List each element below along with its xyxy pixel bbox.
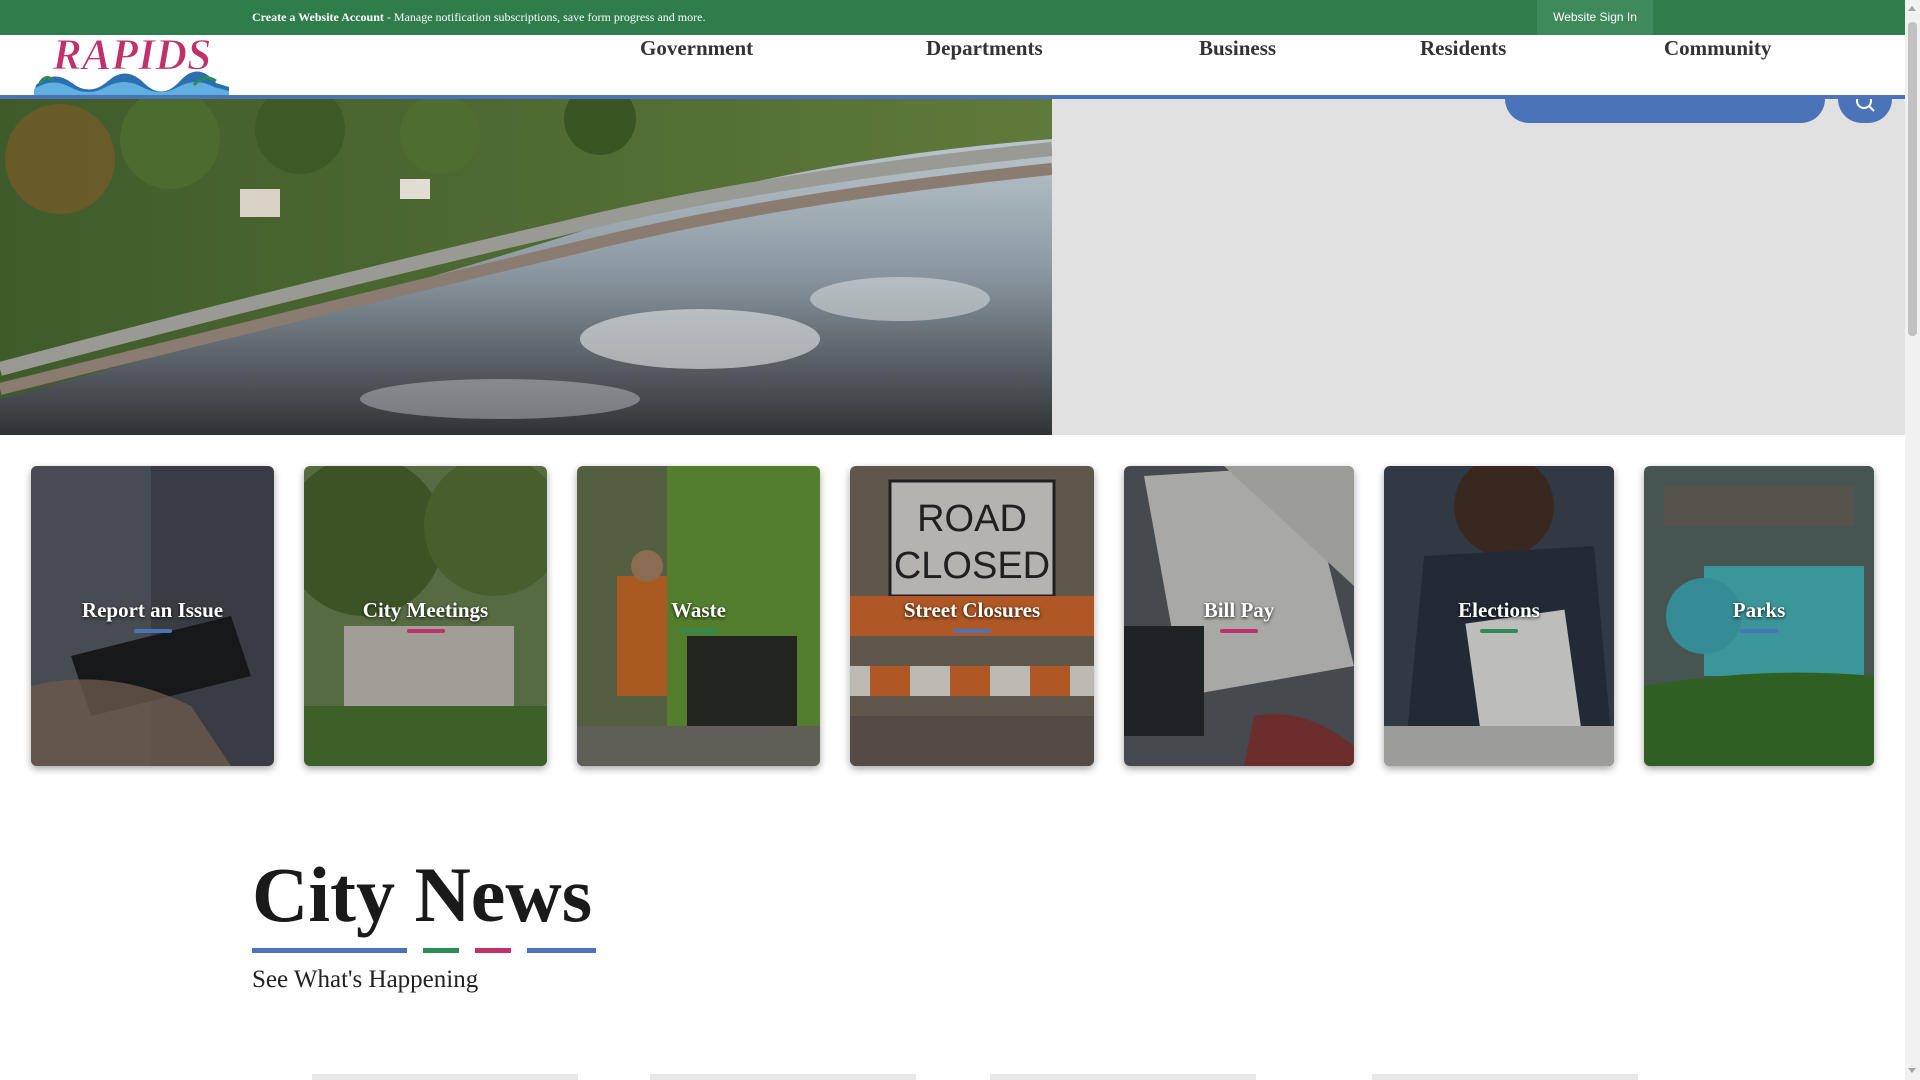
scroll-down-icon[interactable] (1908, 1068, 1916, 1073)
tile-street-closures[interactable]: ROAD CLOSED Street Closures (850, 466, 1094, 766)
news-accent-bar (252, 948, 407, 953)
news-accent-bar (527, 948, 596, 953)
tile-label: Report an Issue (81, 598, 224, 622)
tile-report-an-issue[interactable]: Report an Issue (31, 466, 274, 766)
tile-city-meetings[interactable]: City Meetings (304, 466, 547, 766)
city-news-heading: City News (252, 851, 593, 938)
site-header: RAPIDS Government Departments Business R… (0, 30, 1905, 99)
tile-underline (1220, 629, 1258, 633)
hero-banner (0, 99, 1905, 435)
tile-label: Parks (1732, 598, 1786, 622)
logo-wordmark: RAPIDS (52, 30, 212, 79)
scroll-up-icon[interactable] (1908, 6, 1916, 11)
news-card[interactable] (650, 1074, 916, 1080)
tile-label: Waste (671, 598, 726, 622)
news-accent-bar (423, 948, 459, 953)
tile-underline (406, 629, 445, 633)
search-input[interactable] (1505, 99, 1825, 123)
create-account-link[interactable]: Create a Website Account (252, 10, 384, 24)
scrollbar-thumb[interactable] (1908, 22, 1917, 336)
nav-government[interactable]: Government (640, 36, 753, 61)
account-banner-message: Create a Website Account - Manage notifi… (252, 10, 705, 25)
hero-river-photo (0, 99, 1052, 435)
tile-underline (1480, 629, 1518, 633)
tile-underline (1740, 629, 1778, 633)
account-banner: Create a Website Account - Manage notifi… (0, 0, 1905, 35)
city-logo-graphic: RAPIDS (34, 30, 229, 95)
tile-waste[interactable]: Waste (577, 466, 820, 766)
news-card[interactable] (990, 1074, 1256, 1080)
tile-label: Elections (1458, 598, 1540, 622)
tile-underline (679, 629, 718, 633)
tile-label: Bill Pay (1203, 598, 1275, 622)
tile-underline (133, 629, 172, 633)
tile-bill-pay[interactable]: Bill Pay (1124, 466, 1354, 766)
news-card[interactable] (1372, 1074, 1638, 1080)
tile-parks[interactable]: Parks (1644, 466, 1874, 766)
nav-residents[interactable]: Residents (1420, 36, 1506, 61)
news-card[interactable] (312, 1074, 578, 1080)
page-scrollbar[interactable] (1905, 0, 1920, 1080)
nav-departments[interactable]: Departments (926, 36, 1043, 61)
tile-label: City Meetings (362, 598, 489, 622)
tile-underline (953, 629, 991, 633)
city-logo[interactable]: RAPIDS (34, 25, 229, 95)
account-banner-text: - Manage notification subscriptions, sav… (383, 10, 706, 24)
website-sign-in-button[interactable]: Website Sign In (1537, 0, 1653, 35)
news-accent-bar (475, 948, 511, 953)
nav-business[interactable]: Business (1199, 36, 1276, 61)
tile-elections[interactable]: Elections (1384, 466, 1614, 766)
nav-community[interactable]: Community (1664, 36, 1771, 61)
page: Create a Website Account - Manage notifi… (0, 0, 1920, 1080)
tile-label: Street Closures (903, 598, 1041, 622)
city-news-subheading: See What's Happening (252, 966, 479, 993)
